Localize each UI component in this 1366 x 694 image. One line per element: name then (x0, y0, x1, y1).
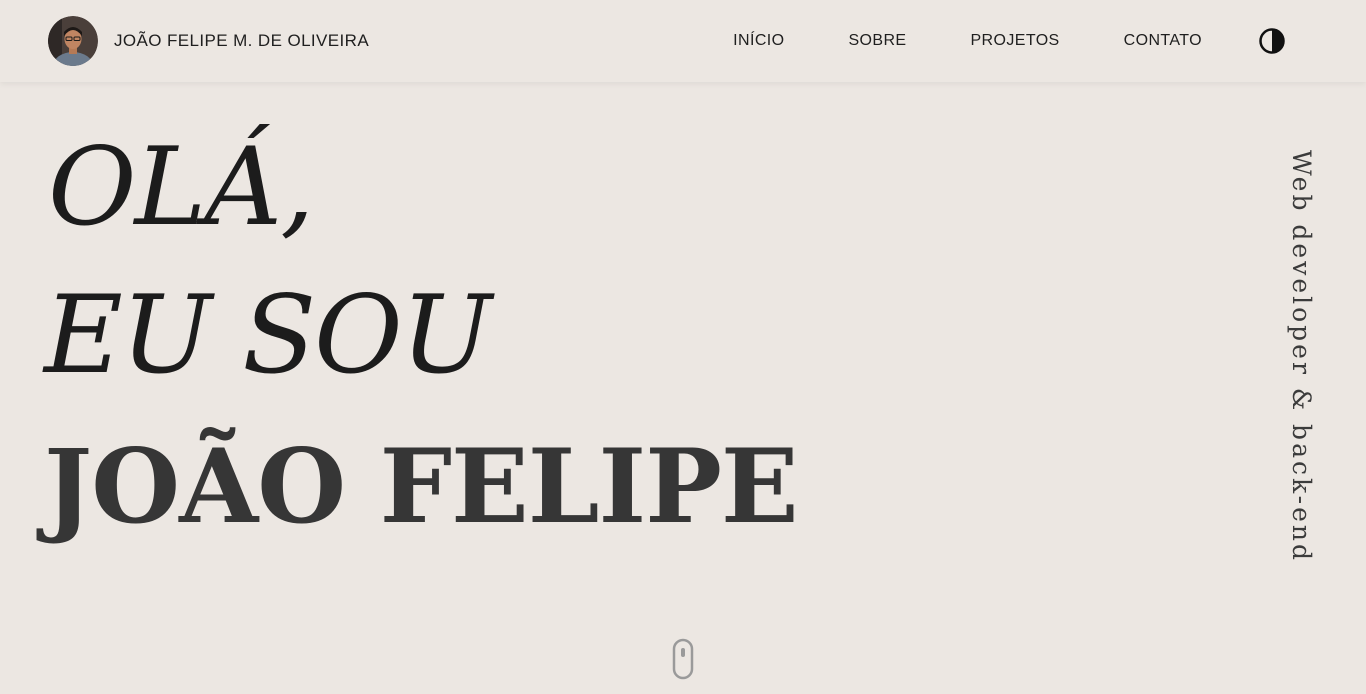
avatar (48, 16, 98, 66)
nav-item-inicio[interactable]: INÍCIO (733, 32, 784, 50)
hero-greeting: OLÁ, (48, 125, 315, 250)
role-tagline: Web developer & back-end (1287, 150, 1316, 564)
main-nav: INÍCIO SOBRE PROJETOS CONTATO (733, 0, 1202, 82)
hero-name: JOÃO FELIPE (44, 427, 799, 547)
hero-intro: EU SOU (44, 273, 492, 398)
brand-link[interactable]: JOÃO FELIPE M. DE OLIVEIRA (48, 16, 369, 66)
mouse-scroll-icon[interactable] (672, 638, 694, 680)
nav-item-contato[interactable]: CONTATO (1124, 32, 1202, 50)
nav-item-sobre[interactable]: SOBRE (848, 32, 906, 50)
nav-item-projetos[interactable]: PROJETOS (970, 32, 1059, 50)
site-title: JOÃO FELIPE M. DE OLIVEIRA (114, 31, 370, 50)
site-header: JOÃO FELIPE M. DE OLIVEIRA INÍCIO SOBRE … (0, 0, 1366, 82)
theme-toggle-icon[interactable] (1258, 27, 1286, 55)
